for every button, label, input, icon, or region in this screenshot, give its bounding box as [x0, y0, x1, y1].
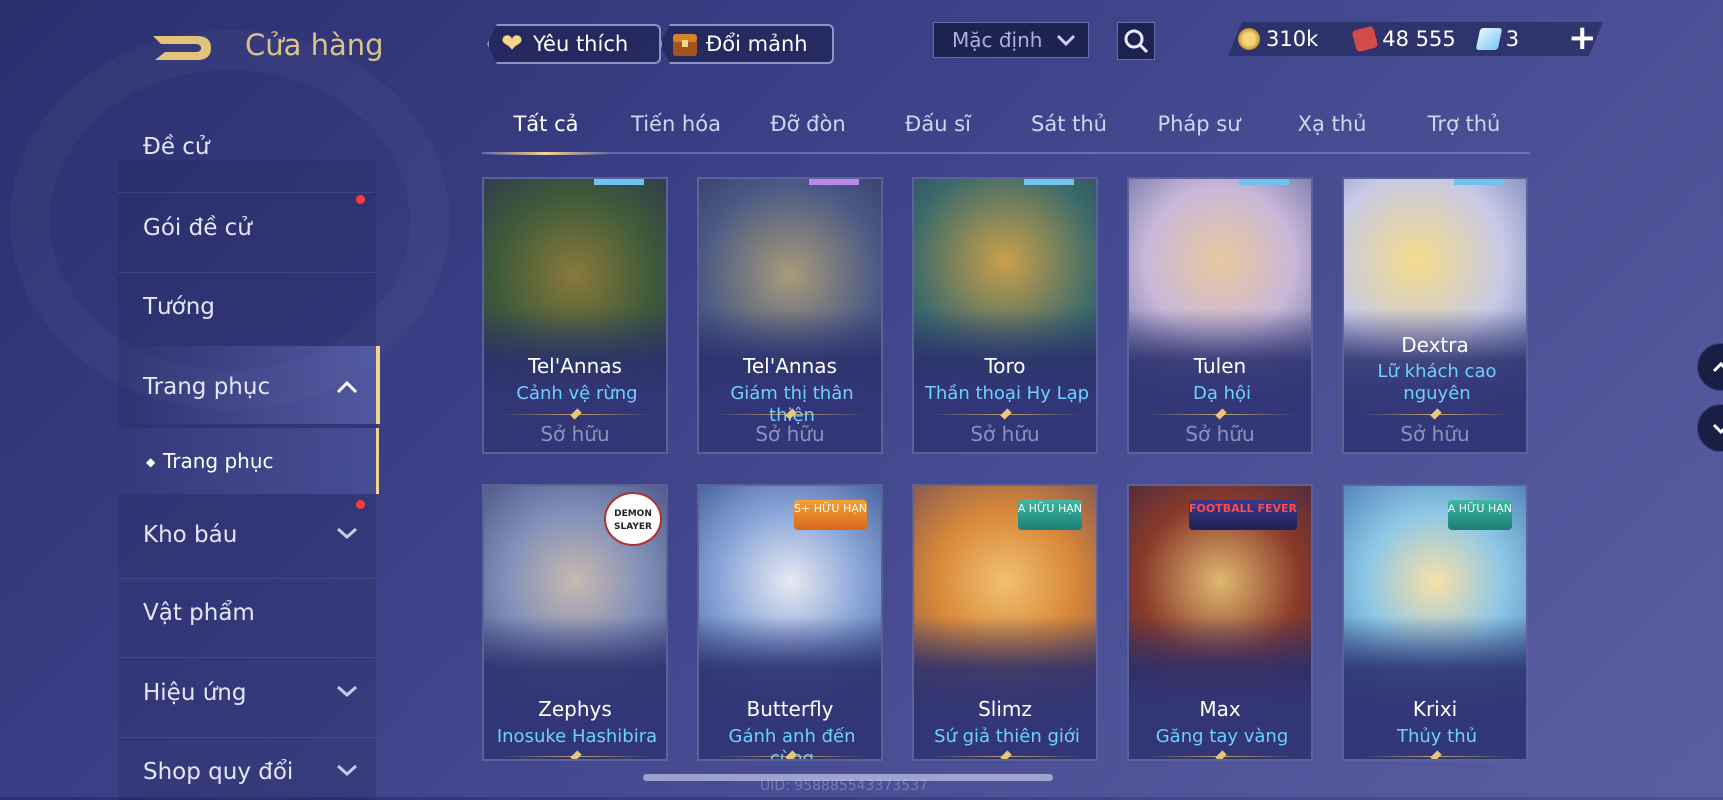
hero-name: Krixi: [1412, 697, 1458, 721]
sidebar-subitem-skins-label: Trang phục: [163, 449, 274, 473]
hero-name: Zephys: [538, 697, 612, 721]
hero-name: Tulen: [1193, 354, 1247, 378]
chevron-down-icon: [337, 527, 357, 540]
tab-all[interactable]: Tất cả: [486, 112, 606, 136]
favorite-label: Yêu thích: [533, 32, 629, 56]
voucher-amount: 48 555: [1382, 27, 1456, 51]
chevron-down-icon: [1056, 34, 1076, 46]
sidebar-item-effects[interactable]: Hiệu ứng: [143, 680, 246, 706]
skin-card[interactable]: Tel'Annas Giám thị thân thiện Sở hữu: [697, 177, 883, 454]
search-button[interactable]: [1117, 22, 1155, 60]
sidebar-item-skins-label: Trang phục: [143, 374, 271, 400]
hero-name: Max: [1199, 697, 1241, 721]
notification-dot: [356, 500, 365, 509]
active-tab-underline: [482, 152, 610, 155]
skin-name: Giám thị thân thiện: [730, 383, 854, 426]
hero-name: Tel'Annas: [528, 354, 622, 378]
collab-badge: DEMON SLAYER: [604, 492, 662, 546]
skin-name: Thủy thủ: [1396, 726, 1478, 747]
favorite-button[interactable]: ❤ Yêu thích: [487, 24, 661, 64]
skin-name: Thần thoại Hy Lạp: [924, 383, 1090, 404]
hero-name: Dextra: [1401, 333, 1469, 357]
owned-label: Sở hữu: [970, 422, 1040, 446]
voucher-icon: [1352, 26, 1379, 53]
gold-coin-icon: [1238, 28, 1260, 50]
tab-support[interactable]: Trợ thủ: [1404, 112, 1524, 136]
bullet-icon: ◆: [146, 455, 156, 469]
skin-card[interactable]: Tel'Annas Cảnh vệ rừng Sở hữu: [482, 177, 668, 454]
skin-name: Găng tay vàng: [1155, 726, 1289, 747]
sidebar-item-heroes[interactable]: Tướng: [143, 294, 215, 320]
tab-assassin[interactable]: Sát thủ: [1009, 112, 1129, 136]
skin-card[interactable]: FOOTBALL FEVER Max Găng tay vàng: [1127, 484, 1313, 761]
hero-name: Toro: [984, 354, 1026, 378]
chevron-down-icon: [1712, 423, 1723, 435]
sidebar-item-exchange-shop[interactable]: Shop quy đổi: [143, 759, 293, 785]
event-badge: FOOTBALL FEVER: [1189, 500, 1297, 530]
chevron-up-icon: [336, 380, 358, 394]
skin-card[interactable]: A HỮU HẠN Krixi Thủy thủ: [1342, 484, 1528, 761]
gold-amount: 310k: [1266, 27, 1319, 51]
tab-marksman[interactable]: Xạ thủ: [1272, 112, 1392, 136]
owned-label: Sở hữu: [755, 422, 825, 446]
skin-name: Inosuke Hashibira: [496, 726, 658, 747]
skin-card[interactable]: A HỮU HẠN Slimz Sứ giả thiên giới: [912, 484, 1098, 761]
home-indicator[interactable]: [643, 774, 1053, 781]
exchange-label: Đổi mảnh: [706, 32, 808, 56]
chevron-up-icon: [1712, 361, 1723, 373]
sidebar-item-items[interactable]: Vật phẩm: [143, 600, 255, 626]
chevron-down-icon: [337, 685, 357, 698]
skin-card[interactable]: DEMON SLAYER Zephys Inosuke Hashibira: [482, 484, 668, 761]
chevron-down-icon: [337, 764, 357, 777]
skin-card[interactable]: S+ HỮU HẠN Butterfly Gánh anh đến cùng: [697, 484, 883, 761]
page-title: Cửa hàng: [245, 28, 384, 62]
skin-name: Cảnh vệ rừng: [516, 383, 638, 404]
search-icon: [1124, 29, 1149, 54]
tab-mage[interactable]: Pháp sư: [1139, 112, 1259, 136]
skin-name: Dạ hội: [1192, 383, 1252, 404]
sort-dropdown[interactable]: Mặc định: [933, 22, 1089, 58]
sidebar-item-recommended[interactable]: Đề cử: [143, 134, 210, 160]
scroll-down-button[interactable]: [1697, 404, 1723, 452]
sort-value: Mặc định: [952, 28, 1043, 52]
limited-badge: A HỮU HẠN: [1017, 500, 1082, 530]
skin-name: Sứ giả thiên giới: [934, 726, 1080, 747]
notification-dot: [356, 195, 365, 204]
currency-bar: 310k 48 555 3: [1228, 22, 1603, 56]
back-logo-icon[interactable]: [145, 28, 215, 66]
scroll-up-button[interactable]: [1697, 343, 1723, 391]
exchange-shards-button[interactable]: Đổi mảnh: [660, 24, 834, 64]
diamond-amount: 3: [1505, 27, 1520, 51]
owned-label: Sở hữu: [540, 422, 610, 446]
hero-name: Tel'Annas: [743, 354, 837, 378]
hero-name: Butterfly: [746, 697, 834, 721]
skin-name: Lữ khách cao nguyên: [1377, 361, 1497, 404]
owned-label: Sở hữu: [1185, 422, 1255, 446]
limited-badge: A HỮU HẠN: [1447, 500, 1512, 530]
treasure-chest-icon: [670, 29, 700, 59]
role-tabs: Tất cả Tiến hóa Đỡ đòn Đấu sĩ Sát thủ Ph…: [482, 104, 1530, 155]
add-currency-button[interactable]: +: [1568, 18, 1597, 58]
skin-card[interactable]: Dextra Lữ khách cao nguyên Sở hữu: [1342, 177, 1528, 454]
tab-tank[interactable]: Đỡ đòn: [748, 112, 868, 136]
skin-card[interactable]: Toro Thần thoại Hy Lạp Sở hữu: [912, 177, 1098, 454]
owned-label: Sở hữu: [1400, 422, 1470, 446]
sidebar-item-treasure[interactable]: Kho báu: [143, 522, 237, 548]
tab-fighter[interactable]: Đấu sĩ: [878, 112, 998, 136]
sidebar-item-recommended-packs[interactable]: Gói đề cử: [143, 215, 252, 241]
hero-name: Slimz: [978, 697, 1032, 721]
skin-card[interactable]: Tulen Dạ hội Sở hữu: [1127, 177, 1313, 454]
diamond-icon: [1475, 28, 1502, 50]
tab-evolution[interactable]: Tiến hóa: [616, 112, 736, 136]
heart-icon: ❤: [501, 29, 523, 59]
limited-badge: S+ HỮU HẠN: [794, 500, 867, 530]
